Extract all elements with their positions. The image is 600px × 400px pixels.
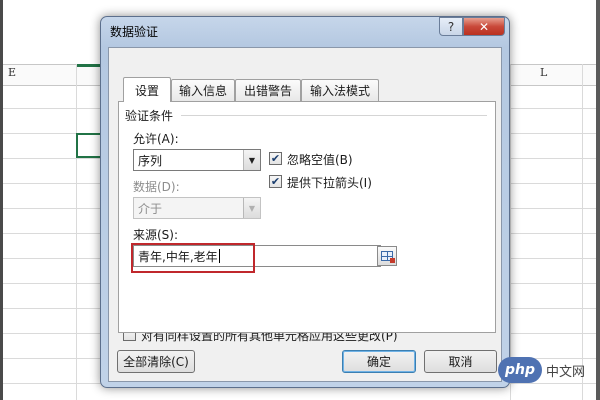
allow-label: 允许(A): (133, 132, 179, 146)
tab-label: 设置 (134, 83, 159, 98)
tab-input-message[interactable]: 输入信息 (171, 79, 235, 101)
source-highlight-annotation (131, 243, 255, 273)
site-watermark: php 中文网 (498, 357, 585, 383)
close-icon: ✕ (478, 19, 490, 34)
validation-criteria-label: 验证条件 (125, 109, 174, 123)
group-divider (181, 115, 487, 116)
ok-label: 确定 (366, 355, 391, 369)
dialog-client-area: 设置 输入信息 出错警告 输入法模式 验证条件 允许(A): 序列 ▼ ✔ 忽略… (108, 47, 502, 382)
selected-column-indicator (76, 64, 102, 67)
column-header-e[interactable]: E (8, 66, 16, 79)
tab-label: 输入法模式 (309, 84, 370, 98)
tab-ime-mode[interactable]: 输入法模式 (301, 79, 379, 101)
window-right-edge (596, 0, 600, 400)
tab-label: 输入信息 (178, 84, 227, 98)
window-left-edge (0, 0, 3, 400)
data-select: 介于 ▼ (133, 197, 261, 219)
in-cell-dropdown-checkbox[interactable]: ✔ (269, 175, 282, 188)
allow-select[interactable]: 序列 ▼ (133, 149, 261, 171)
source-label: 来源(S): (133, 228, 179, 242)
ignore-blank-label[interactable]: 忽略空值(B) (287, 151, 353, 168)
check-icon: ✔ (270, 175, 281, 188)
chevron-down-icon[interactable]: ▼ (243, 150, 260, 170)
watermark-text: 中文网 (546, 364, 586, 380)
ok-button[interactable]: 确定 (342, 350, 416, 373)
data-label: 数据(D): (133, 180, 180, 194)
clear-all-button[interactable]: 全部清除(C) (117, 350, 195, 373)
check-icon: ✔ (270, 152, 281, 165)
grid-line (510, 64, 511, 400)
column-header-l[interactable]: L (540, 66, 547, 79)
data-value: 介于 (138, 201, 163, 216)
close-button[interactable]: ✕ (463, 17, 505, 36)
in-cell-dropdown-label[interactable]: 提供下拉箭头(I) (287, 174, 372, 191)
grid-line (582, 64, 583, 400)
settings-panel: 验证条件 允许(A): 序列 ▼ ✔ 忽略空值(B) ✔ 提供下拉箭头(I) 数… (118, 101, 496, 333)
grid-line (76, 64, 77, 400)
range-picker-button[interactable] (377, 246, 397, 266)
tab-label: 出错警告 (243, 84, 292, 98)
dialog-title: 数据验证 (110, 25, 159, 39)
help-icon: ? (447, 19, 455, 34)
chevron-down-icon: ▼ (243, 198, 260, 218)
data-validation-dialog: 数据验证 ? ✕ 设置 输入信息 出错警告 输入法模式 验证条件 允许(A): … (100, 16, 510, 388)
clear-all-label: 全部清除(C) (123, 355, 189, 369)
ignore-blank-checkbox[interactable]: ✔ (269, 152, 282, 165)
tab-settings[interactable]: 设置 (123, 77, 171, 102)
allow-value: 序列 (138, 153, 163, 168)
cancel-button[interactable]: 取消 (424, 350, 497, 373)
help-button[interactable]: ? (439, 17, 463, 36)
php-logo: php (498, 357, 542, 383)
cancel-label: 取消 (448, 355, 473, 369)
collapse-dialog-icon (381, 251, 395, 263)
tab-error-alert[interactable]: 出错警告 (235, 79, 301, 101)
